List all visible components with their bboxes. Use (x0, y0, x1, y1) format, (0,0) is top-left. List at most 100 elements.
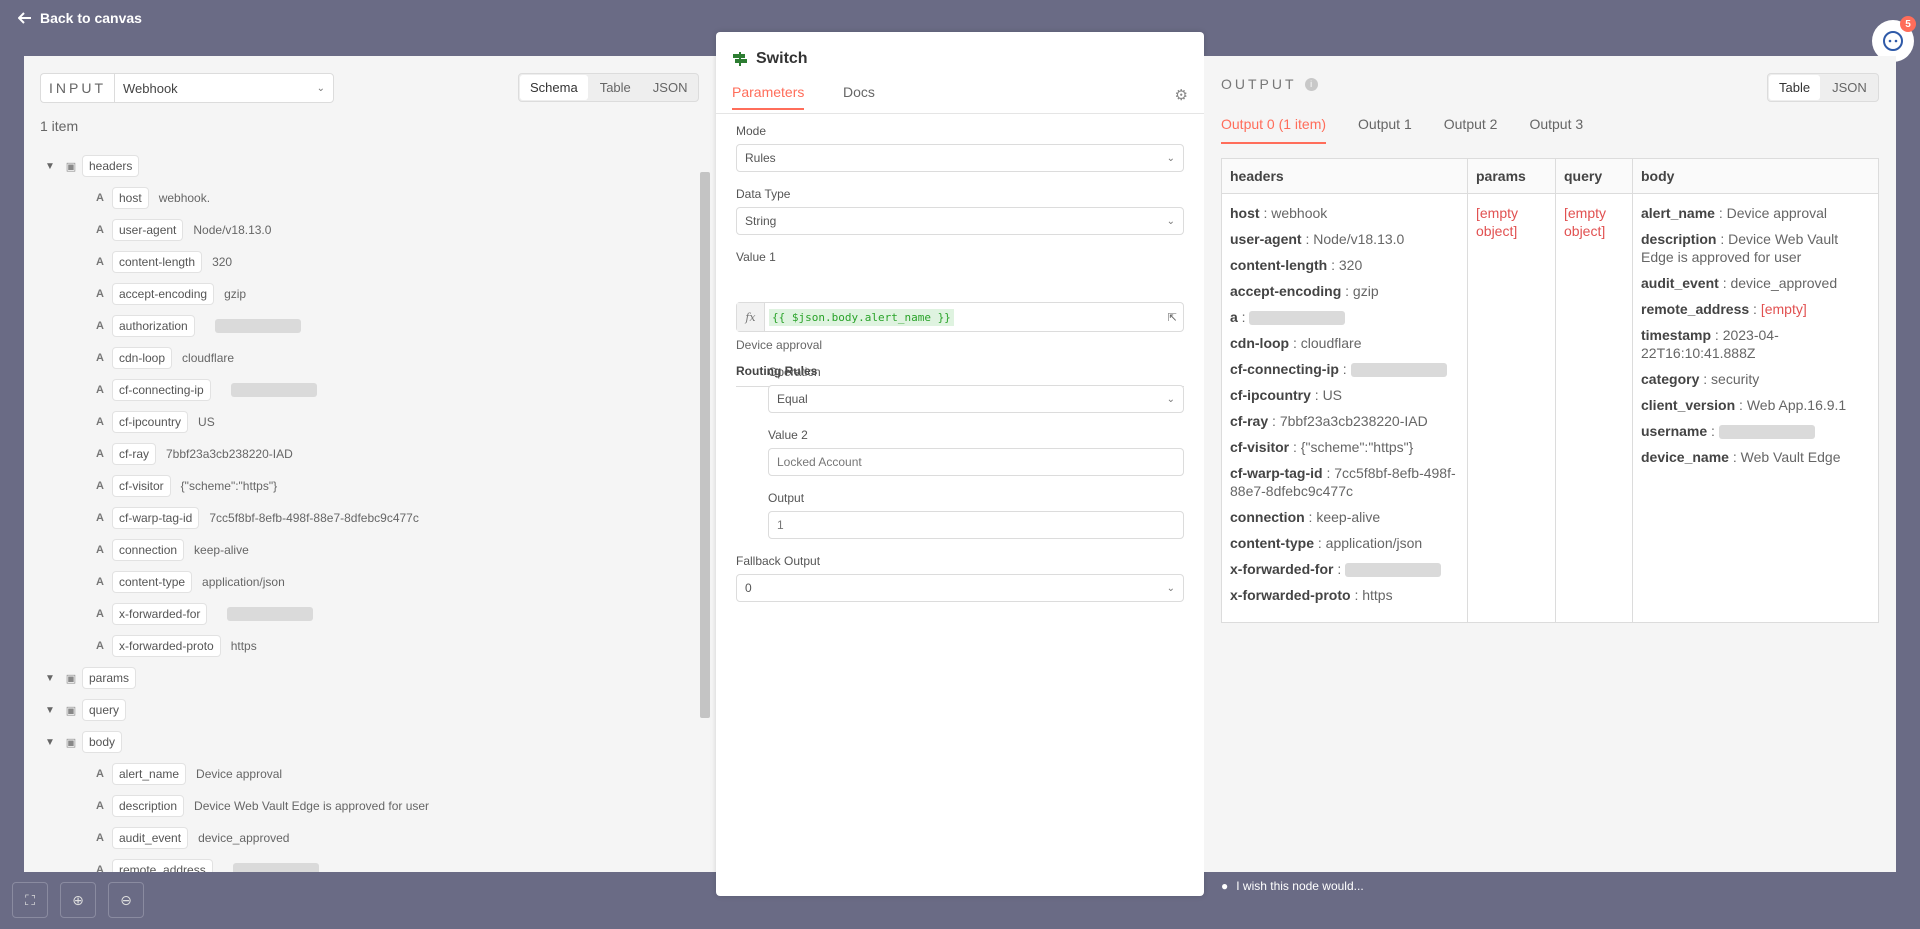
schema-field-key: cf-visitor (112, 475, 171, 497)
expand-icon[interactable]: ⇱ (1168, 311, 1177, 324)
schema-field-row[interactable]: Aaudit_event device_approved (40, 822, 700, 854)
schema-field-row[interactable]: Adescription Device Web Vault Edge is app… (40, 790, 700, 822)
fit-view-button[interactable]: ⛶ (12, 882, 48, 918)
kv-value: US (1322, 387, 1343, 403)
node-title: Switch (732, 50, 808, 68)
info-icon[interactable]: i (1304, 77, 1318, 91)
kv-separator: : (1289, 439, 1301, 455)
chevron-down-icon[interactable]: ▼ (40, 161, 60, 172)
schema-field-row[interactable]: Ahost webhook. (40, 182, 700, 214)
chevron-down-icon: ⌄ (1166, 582, 1175, 594)
schema-group-params[interactable]: ▼ ▣ params (40, 662, 700, 694)
schema-field-key: accept-encoding (112, 283, 215, 305)
kv-value: webhook (1271, 205, 1328, 221)
schema-field-row[interactable]: Acf-connecting-ip (40, 374, 700, 406)
arrow-left-icon (18, 12, 31, 24)
schema-field-row[interactable]: Aconnection keep-alive (40, 534, 700, 566)
kv-entry: content-length : 320 (1230, 256, 1459, 274)
tab-output-3[interactable]: Output 3 (1529, 116, 1583, 144)
schema-field-row[interactable]: Acontent-length 320 (40, 246, 700, 278)
fit-view-icon: ⛶ (25, 891, 35, 908)
schema-key: query (82, 699, 127, 721)
zoom-out-icon: ⊖ (120, 891, 132, 908)
back-to-canvas-link[interactable]: Back to canvas (18, 10, 142, 26)
fallback-output-select[interactable]: 0 ⌄ (736, 574, 1184, 602)
tab-parameters[interactable]: Parameters (732, 84, 805, 110)
kv-entry: client_version : Web App.16.9.1 (1641, 396, 1870, 414)
feedback-hint[interactable]: ● I wish this node would... (1221, 879, 1364, 893)
input-view-table[interactable]: Table (589, 74, 642, 101)
zoom-out-button[interactable]: ⊖ (108, 882, 144, 918)
operation-label: Operation (768, 365, 821, 379)
hint-text: I wish this node would... (1236, 879, 1364, 893)
redacted-value (1350, 363, 1447, 378)
schema-group-query[interactable]: ▼ ▣ query (40, 694, 700, 726)
empty-object-value: [empty object] (1564, 205, 1607, 239)
kv-entry: cf-warp-tag-id : 7cc5f8bf-8efb-498f-88e7… (1230, 464, 1459, 500)
schema-field-key: connection (112, 539, 185, 561)
schema-group-headers[interactable]: ▼ ▣ headers (40, 150, 700, 182)
schema-field-row[interactable]: Acf-ipcountry US (40, 406, 700, 438)
column-header: params (1467, 158, 1556, 194)
kv-entry: cf-visitor : {"scheme":"https"} (1230, 438, 1459, 456)
input-view-schema[interactable]: Schema (520, 75, 588, 100)
output-view-json[interactable]: JSON (1821, 74, 1878, 101)
schema-field-row[interactable]: Acf-warp-tag-id 7cc5f8bf-8efb-498f-88e7-8… (40, 502, 700, 534)
zoom-in-button[interactable]: ⊕ (60, 882, 96, 918)
schema-field-row[interactable]: Acf-visitor {"scheme":"https"} (40, 470, 700, 502)
schema-group-body[interactable]: ▼ ▣ body (40, 726, 700, 758)
chevron-down-icon: ⌄ (1166, 393, 1175, 405)
kv-value: [empty] (1760, 301, 1807, 317)
schema-field-row[interactable]: Auser-agent Node/v18.13.0 (40, 214, 700, 246)
chevron-down-icon[interactable]: ▼ (40, 737, 60, 748)
input-item-count: 1 item (40, 118, 79, 134)
data-type-select[interactable]: String ⌄ (736, 207, 1184, 235)
tab-output-1[interactable]: Output 1 (1358, 116, 1412, 144)
schema-field-value: 7cc5f8bf-8efb-498f-88e7-8dfebc9c477c (209, 511, 419, 525)
gear-icon[interactable]: ⚙ (1175, 86, 1188, 104)
kv-key: cf-connecting-ip (1230, 361, 1339, 377)
schema-field-row[interactable]: Ax-forwarded-proto https (40, 630, 700, 662)
input-node-value: Webhook (123, 80, 178, 96)
input-panel: INPUT Webhook ⌄ Schema Table JSON 1 item… (24, 56, 716, 872)
operation-select[interactable]: Equal ⌄ (768, 385, 1184, 413)
node-title-text: Switch (756, 50, 808, 67)
switch-signpost-icon (733, 52, 747, 66)
schema-field-row[interactable]: Aalert_name Device approval (40, 758, 700, 790)
value2-input[interactable]: Locked Account (768, 448, 1184, 476)
schema-field-row[interactable]: Acf-ray 7bbf23a3cb238220-IAD (40, 438, 700, 470)
tab-docs[interactable]: Docs (843, 84, 875, 108)
string-type-icon: A (96, 768, 104, 780)
mode-select[interactable]: Rules ⌄ (736, 144, 1184, 172)
schema-field-key: cf-warp-tag-id (112, 507, 200, 529)
input-view-json[interactable]: JSON (642, 74, 699, 101)
kv-entry: username : (1641, 422, 1870, 440)
schema-key: headers (82, 155, 140, 177)
schema-field-key: cf-ipcountry (112, 411, 189, 433)
kv-key: cf-ray (1230, 413, 1269, 429)
chevron-down-icon[interactable]: ▼ (40, 705, 60, 716)
schema-field-row[interactable]: Aremote_address (40, 854, 700, 872)
scrollbar-thumb[interactable] (700, 172, 710, 718)
tab-output-0[interactable]: Output 0 (1 item) (1221, 116, 1327, 144)
kv-separator: : (1711, 327, 1723, 343)
kv-key: username (1641, 423, 1708, 439)
input-node-select[interactable]: Webhook ⌄ (114, 73, 334, 103)
empty-object-value: [empty object] (1476, 205, 1519, 239)
schema-field-row[interactable]: Acdn-loop cloudflare (40, 342, 700, 374)
value1-expression-field[interactable]: fx {{ $json.body.alert_name }} ⇱ (736, 302, 1184, 332)
kv-value: device_approved (1730, 275, 1838, 291)
kv-key: audit_event (1641, 275, 1719, 291)
input-label: INPUT (40, 73, 114, 103)
schema-field-row[interactable]: Aaccept-encoding gzip (40, 278, 700, 310)
output-input[interactable]: 1 (768, 511, 1184, 539)
tab-output-2[interactable]: Output 2 (1444, 116, 1498, 144)
chevron-down-icon[interactable]: ▼ (40, 673, 60, 684)
schema-field-row[interactable]: Aauthorization (40, 310, 700, 342)
string-type-icon: A (96, 224, 104, 236)
schema-field-row[interactable]: Ax-forwarded-for (40, 598, 700, 630)
column-header: body (1632, 158, 1879, 194)
kv-separator: : (1707, 423, 1719, 439)
output-view-table[interactable]: Table (1769, 75, 1821, 100)
schema-field-row[interactable]: Acontent-type application/json (40, 566, 700, 598)
